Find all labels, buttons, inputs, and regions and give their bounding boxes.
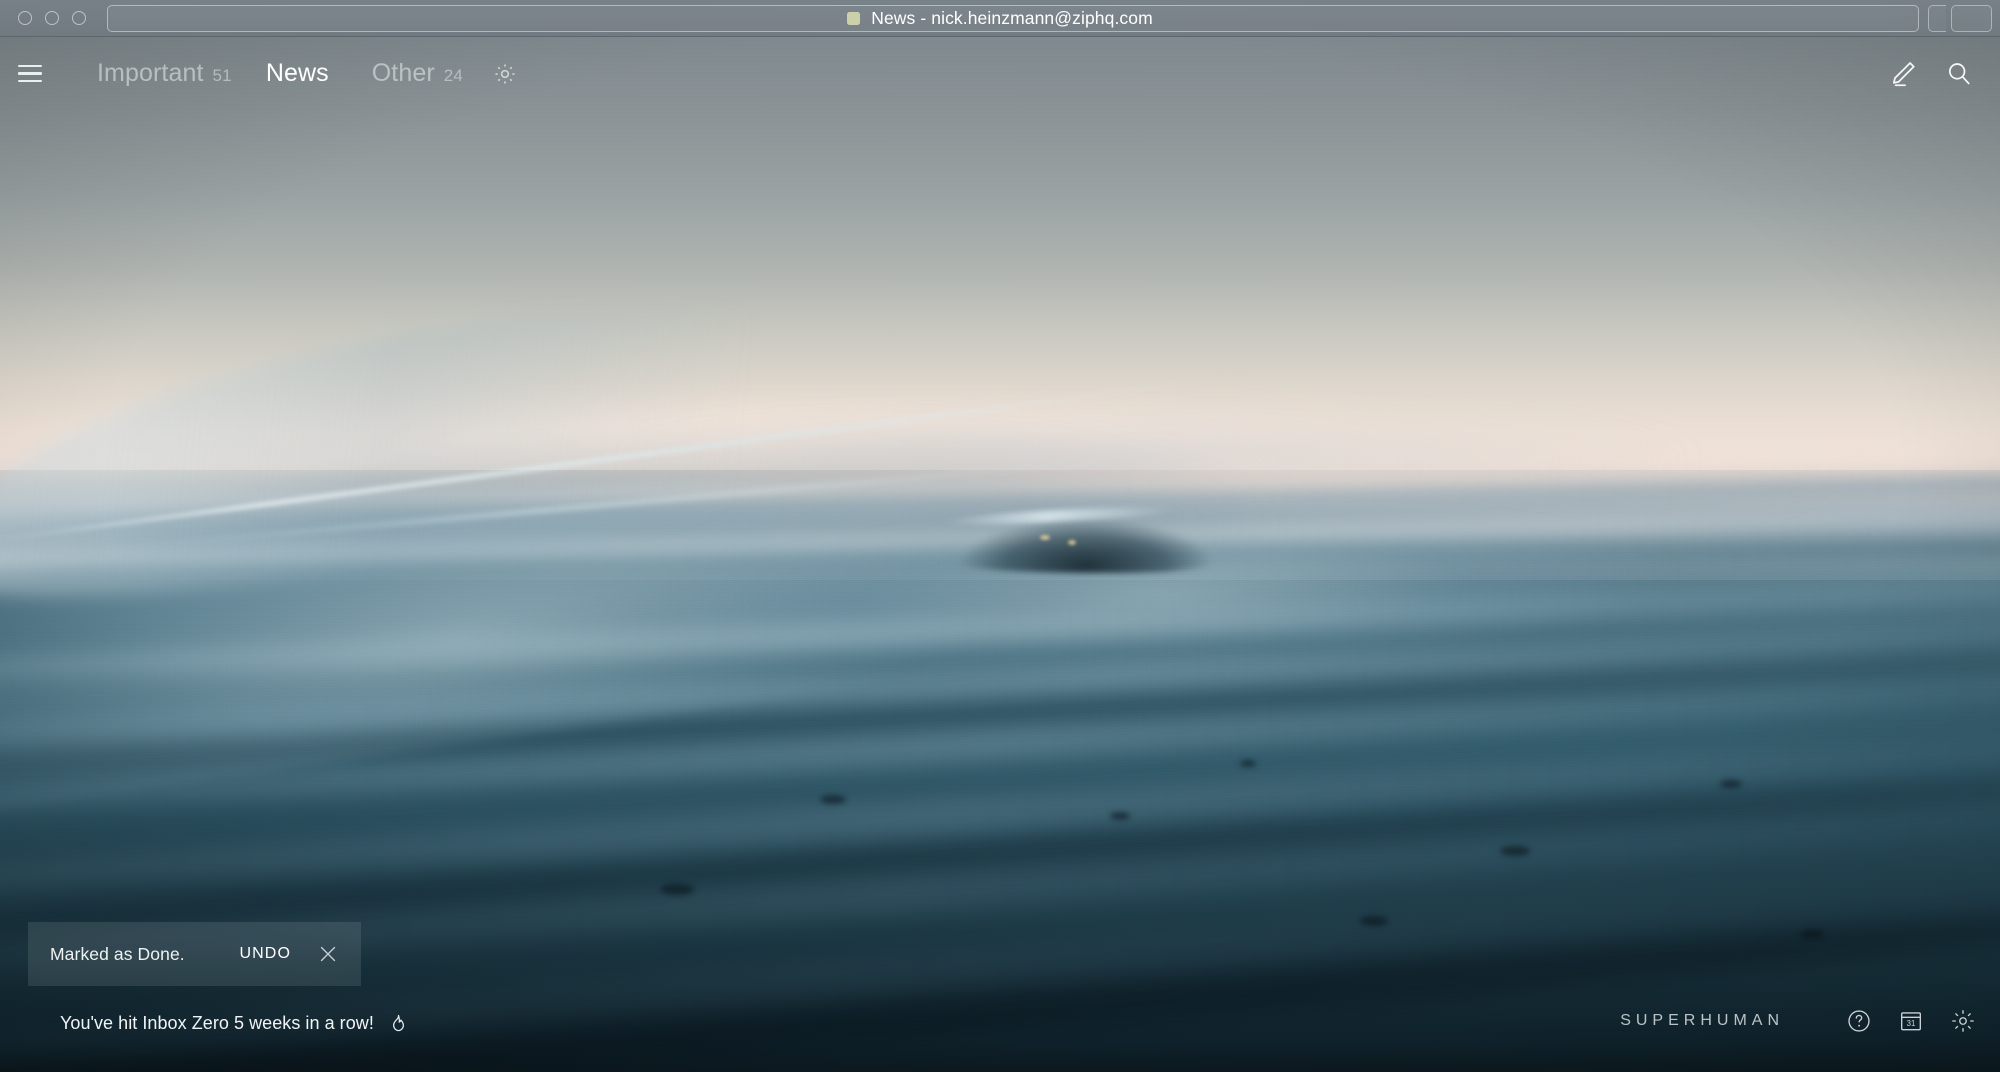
tab-other-label: Other xyxy=(371,59,435,87)
hamburger-icon[interactable] xyxy=(14,58,46,90)
superhuman-wordmark: SUPERHUMAN xyxy=(1620,1012,1784,1029)
tab-important-label: Important xyxy=(97,59,204,87)
tab-important-count: 51 xyxy=(212,66,232,85)
tab-other-count: 24 xyxy=(443,66,464,85)
address-field[interactable] xyxy=(107,5,1919,32)
search-icon[interactable] xyxy=(1942,57,1976,91)
footer-bar: SUPERHUMAN 31 xyxy=(1620,1008,1976,1034)
tab-other[interactable]: Other 24 xyxy=(355,59,480,88)
top-navigation-bar: Important 51 News Other 24 xyxy=(0,37,2000,110)
toast-message: Marked as Done. xyxy=(50,943,185,964)
svg-text:31: 31 xyxy=(1907,1019,1916,1028)
calendar-icon[interactable]: 31 xyxy=(1898,1008,1924,1034)
window-titlebar: News - nick.heinzmann@ziphq.com xyxy=(0,0,2000,37)
inbox-zero-status: You've hit Inbox Zero 5 weeks in a row! xyxy=(60,1013,409,1034)
background-photo-ocean xyxy=(0,0,2000,1072)
zoom-window-button[interactable] xyxy=(72,11,86,25)
titlebar-right-button[interactable] xyxy=(1951,5,1992,32)
tab-news-label: News xyxy=(265,59,329,87)
settings-gear-icon[interactable] xyxy=(1950,1008,1976,1034)
split-settings-gear-icon[interactable] xyxy=(492,61,518,87)
help-icon[interactable] xyxy=(1846,1008,1872,1034)
tab-news[interactable]: News xyxy=(249,59,355,88)
titlebar-left-button[interactable] xyxy=(1928,5,1946,32)
close-window-button[interactable] xyxy=(18,11,32,25)
titlebar-right-controls xyxy=(1928,5,1992,32)
compose-pencil-icon[interactable] xyxy=(1886,57,1920,91)
toast-undo-button[interactable]: UNDO xyxy=(239,945,291,963)
toast-notification: Marked as Done. UNDO xyxy=(28,922,361,986)
close-icon[interactable] xyxy=(317,943,339,965)
superhuman-window: News - nick.heinzmann@ziphq.com Importan… xyxy=(0,0,2000,1072)
split-inbox-tabs: Important 51 News Other 24 xyxy=(80,59,480,88)
traffic-lights xyxy=(0,11,86,25)
inbox-zero-message: You've hit Inbox Zero 5 weeks in a row! xyxy=(60,1013,374,1033)
flame-icon xyxy=(388,1013,409,1034)
tab-important[interactable]: Important 51 xyxy=(80,59,249,88)
minimize-window-button[interactable] xyxy=(45,11,59,25)
